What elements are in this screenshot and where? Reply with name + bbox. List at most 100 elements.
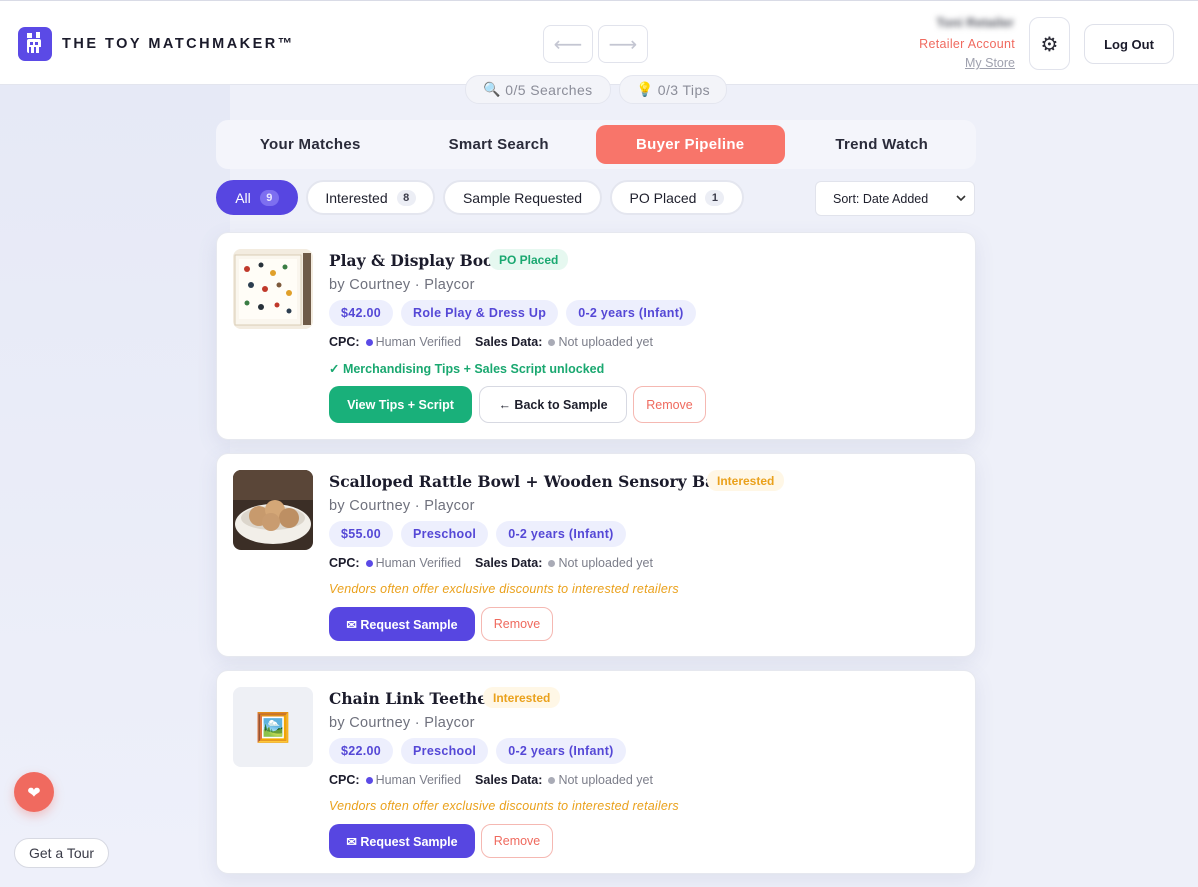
searches-count: 0/5 Searches <box>505 81 593 98</box>
favorites-button[interactable]: ❤ <box>14 772 54 812</box>
status-badge: Interested <box>707 470 785 491</box>
product-meta: CPC: Human Verified Sales Data: Not uplo… <box>329 556 653 570</box>
remove-button[interactable]: Remove <box>481 824 553 858</box>
product-image[interactable] <box>233 249 313 329</box>
filter-all[interactable]: All 9 <box>216 180 298 215</box>
product-image[interactable] <box>233 470 313 550</box>
filter-label: PO Placed <box>629 189 697 206</box>
pipeline-card: Scalloped Rattle Bowl + Wooden Sensory B… <box>216 453 976 657</box>
tab-your-matches[interactable]: Your Matches <box>216 125 405 164</box>
chevron-down-icon <box>956 195 966 202</box>
tag-list: $42.00 Role Play & Dress Up 0-2 years (I… <box>329 300 696 326</box>
category-tag: Preschool <box>401 521 489 547</box>
count-badge: 9 <box>259 189 279 206</box>
count-badge: 1 <box>705 189 725 206</box>
request-sample-button[interactable]: ✉ Request Sample <box>329 824 475 858</box>
category-tag: Preschool <box>401 738 489 764</box>
product-meta: CPC: Human Verified Sales Data: Not uplo… <box>329 335 653 349</box>
price-tag: $55.00 <box>329 521 394 547</box>
cpc-label: CPC: <box>329 773 360 787</box>
account-type: Retailer Account <box>919 37 1015 51</box>
filter-label: Sample Requested <box>462 189 583 206</box>
vendor-byline: by Courtney · Playcor <box>329 715 475 731</box>
top-header: THE TOY MATCHMAKER™ ⟵ ⟶ Toni Retailer Re… <box>0 0 1198 85</box>
user-name: Toni Retailer <box>936 15 1014 30</box>
sales-value: Not uploaded yet <box>558 335 653 349</box>
status-badge: PO Placed <box>489 249 569 270</box>
status-dot-icon <box>548 777 556 784</box>
cpc-label: CPC: <box>329 335 360 349</box>
product-title[interactable]: Scalloped Rattle Bowl + Wooden Sensory B… <box>329 472 769 491</box>
picture-icon: 🖼️ <box>255 710 291 744</box>
age-tag: 0-2 years (Infant) <box>496 521 626 547</box>
tab-buyer-pipeline[interactable]: Buyer Pipeline <box>596 125 785 164</box>
tab-smart-search[interactable]: Smart Search <box>405 125 594 164</box>
view-tips-button[interactable]: View Tips + Script <box>329 386 472 423</box>
vendor-byline: by Courtney · Playcor <box>329 277 475 293</box>
discount-note: Vendors often offer exclusive discounts … <box>329 582 679 596</box>
searches-counter: 🔍 0/5 Searches <box>465 75 611 104</box>
main-tabs: Your Matches Smart Search Buyer Pipeline… <box>216 120 976 169</box>
sort-value: Sort: Date Added <box>833 191 929 206</box>
status-dot-icon <box>548 339 556 346</box>
remove-button[interactable]: Remove <box>481 607 553 641</box>
sales-value: Not uploaded yet <box>558 556 653 570</box>
tips-count: 0/3 Tips <box>657 81 711 98</box>
app-title[interactable]: THE TOY MATCHMAKER™ <box>62 36 295 52</box>
filter-sample-requested[interactable]: Sample Requested <box>443 180 602 215</box>
product-title[interactable]: Chain Link Teether <box>329 689 495 708</box>
heart-icon: ❤ <box>27 782 41 802</box>
request-sample-button[interactable]: ✉ Request Sample <box>329 607 475 641</box>
filter-po-placed[interactable]: PO Placed 1 <box>610 180 744 215</box>
price-tag: $22.00 <box>329 738 394 764</box>
get-a-tour-button[interactable]: Get a Tour <box>14 838 109 868</box>
filter-label: All <box>235 189 251 206</box>
cpc-value: Human Verified <box>375 335 462 349</box>
gear-icon: ⚙ <box>1040 31 1059 56</box>
background-panel <box>0 85 230 887</box>
sales-label: Sales Data: <box>475 335 543 349</box>
sales-label: Sales Data: <box>475 773 543 787</box>
back-to-sample-button[interactable]: ← Back to Sample <box>479 386 627 423</box>
vendor-byline: by Courtney · Playcor <box>329 498 475 514</box>
tab-trend-watch[interactable]: Trend Watch <box>788 125 977 164</box>
magnifier-icon: 🔍 <box>483 81 502 97</box>
age-tag: 0-2 years (Infant) <box>566 300 696 326</box>
status-badge: Interested <box>483 687 561 708</box>
product-meta: CPC: Human Verified Sales Data: Not uplo… <box>329 773 653 787</box>
unlock-note: ✓ Merchandising Tips + Sales Script unlo… <box>329 362 605 376</box>
category-tag: Role Play & Dress Up <box>401 300 559 326</box>
sort-dropdown[interactable]: Sort: Date Added <box>815 181 975 216</box>
status-dot-icon <box>548 560 556 567</box>
status-dot-icon <box>365 560 373 567</box>
lightbulb-icon: 💡 <box>635 81 654 97</box>
pipeline-card: Play & Display Book PO Placed by Courtne… <box>216 232 976 440</box>
logout-button[interactable]: Log Out <box>1084 24 1174 64</box>
settings-button[interactable]: ⚙ <box>1029 17 1070 70</box>
my-store-link[interactable]: My Store <box>965 56 1015 70</box>
sales-label: Sales Data: <box>475 556 543 570</box>
cpc-value: Human Verified <box>375 773 462 787</box>
cpc-value: Human Verified <box>375 556 462 570</box>
arrow-right-icon: ⟶ <box>608 32 638 56</box>
image-placeholder[interactable]: 🖼️ <box>233 687 313 767</box>
price-tag: $42.00 <box>329 300 394 326</box>
count-badge: 8 <box>396 189 416 206</box>
remove-button[interactable]: Remove <box>633 386 706 423</box>
filter-label: Interested <box>325 189 388 206</box>
discount-note: Vendors often offer exclusive discounts … <box>329 799 679 813</box>
product-title[interactable]: Play & Display Book <box>329 251 504 270</box>
tips-counter: 💡 0/3 Tips <box>619 75 727 104</box>
age-tag: 0-2 years (Infant) <box>496 738 626 764</box>
forward-arrow-button[interactable]: ⟶ <box>598 25 648 63</box>
status-dot-icon <box>365 339 373 346</box>
cpc-label: CPC: <box>329 556 360 570</box>
tag-list: $55.00 Preschool 0-2 years (Infant) <box>329 521 626 547</box>
pipeline-card: 🖼️ Chain Link Teether Interested by Cour… <box>216 670 976 874</box>
status-dot-icon <box>365 777 373 784</box>
back-arrow-button[interactable]: ⟵ <box>543 25 593 63</box>
sales-value: Not uploaded yet <box>558 773 653 787</box>
tag-list: $22.00 Preschool 0-2 years (Infant) <box>329 738 626 764</box>
logo-icon[interactable] <box>18 27 52 61</box>
filter-interested[interactable]: Interested 8 <box>306 180 435 215</box>
